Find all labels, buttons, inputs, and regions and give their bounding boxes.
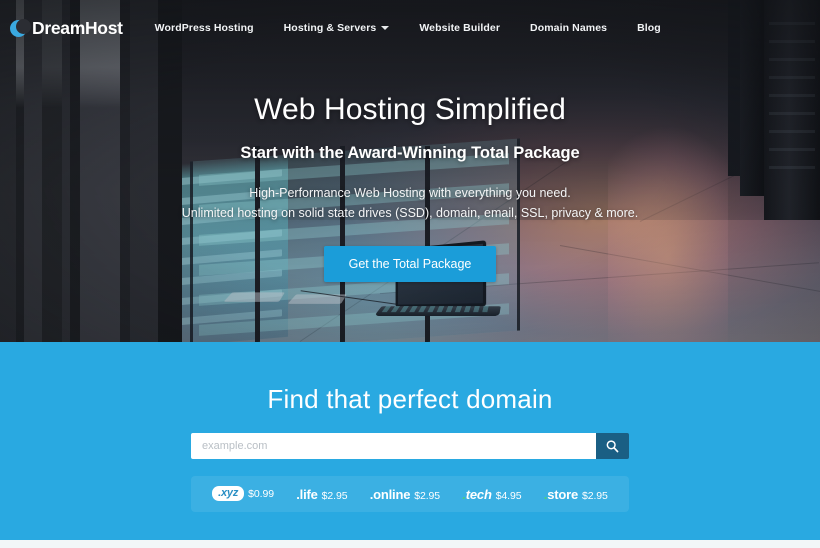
tld-price: $0.99: [248, 487, 274, 500]
domain-search-row: [0, 433, 820, 459]
hero-content: Web Hosting Simplified Start with the Aw…: [0, 92, 820, 282]
hero-description-line-1: High-Performance Web Hosting with everyt…: [249, 186, 571, 200]
tld-name: .tech: [462, 486, 492, 502]
hero-cta-wrapper: Get the Total Package: [40, 245, 780, 282]
domain-search-button[interactable]: [596, 433, 629, 459]
tld-price: $2.95: [414, 489, 441, 502]
tld-item-online[interactable]: .online $2.95: [370, 487, 440, 502]
page-bottom-strip: [0, 540, 820, 548]
nav-item-wordpress-hosting[interactable]: WordPress Hosting: [155, 16, 254, 40]
domain-search-input[interactable]: [191, 433, 596, 459]
tld-name: .store: [544, 487, 578, 502]
tld-name: .life: [296, 486, 318, 502]
domain-section-title: Find that perfect domain: [267, 384, 553, 414]
hero-section: DreamHost WordPress Hosting Hosting & Se…: [0, 0, 820, 342]
magnifier-icon: [606, 439, 619, 452]
tld-item-life[interactable]: .life $2.95: [296, 487, 347, 502]
tld-price: $2.95: [582, 489, 608, 502]
tld-price: $2.95: [321, 489, 348, 502]
brand-logo[interactable]: DreamHost: [10, 18, 123, 39]
tld-item-store[interactable]: .store $2.95: [544, 487, 608, 502]
nav-item-label: Hosting & Servers: [283, 22, 377, 34]
chevron-down-icon: [381, 26, 390, 30]
nav-item-hosting-servers[interactable]: Hosting & Servers: [284, 16, 390, 40]
tld-name: .online: [369, 486, 411, 502]
dreamhost-moon-icon: [10, 18, 31, 37]
nav-item-label: Blog: [637, 22, 661, 34]
tld-name-text: store: [547, 486, 579, 502]
tld-item-tech[interactable]: .tech $4.95: [462, 487, 521, 502]
hero-title: Web Hosting Simplified: [254, 93, 566, 126]
tld-price: $4.95: [495, 489, 522, 502]
tld-price-bar: .xyz $0.99 .life $2.95 .online $2.95 .te…: [191, 476, 629, 512]
nav-item-domain-names[interactable]: Domain Names: [530, 16, 607, 40]
nav-item-label: WordPress Hosting: [154, 22, 254, 34]
dreamhost-homepage: DreamHost WordPress Hosting Hosting & Se…: [0, 0, 820, 548]
domain-search-section: Find that perfect domain .xyz $0.99 .lif…: [0, 342, 820, 540]
nav-item-blog[interactable]: Blog: [637, 16, 661, 40]
hero-description: High-Performance Web Hosting with everyt…: [40, 183, 780, 224]
get-total-package-button[interactable]: Get the Total Package: [323, 245, 497, 282]
brand-name: DreamHost: [32, 17, 123, 38]
nav-item-label: Website Builder: [419, 22, 501, 34]
tld-name-text: tech: [465, 486, 492, 502]
main-navigation: DreamHost WordPress Hosting Hosting & Se…: [0, 0, 820, 56]
tld-name: .xyz: [212, 485, 245, 501]
hero-subtitle: Start with the Award-Winning Total Packa…: [240, 144, 580, 162]
tld-item-xyz[interactable]: .xyz $0.99: [212, 485, 274, 502]
nav-item-website-builder[interactable]: Website Builder: [419, 16, 500, 40]
hero-description-line-2: Unlimited hosting on solid state drives …: [181, 206, 639, 221]
nav-links: WordPress Hosting Hosting & Servers Webs…: [155, 16, 691, 40]
nav-item-label: Domain Names: [530, 22, 608, 34]
